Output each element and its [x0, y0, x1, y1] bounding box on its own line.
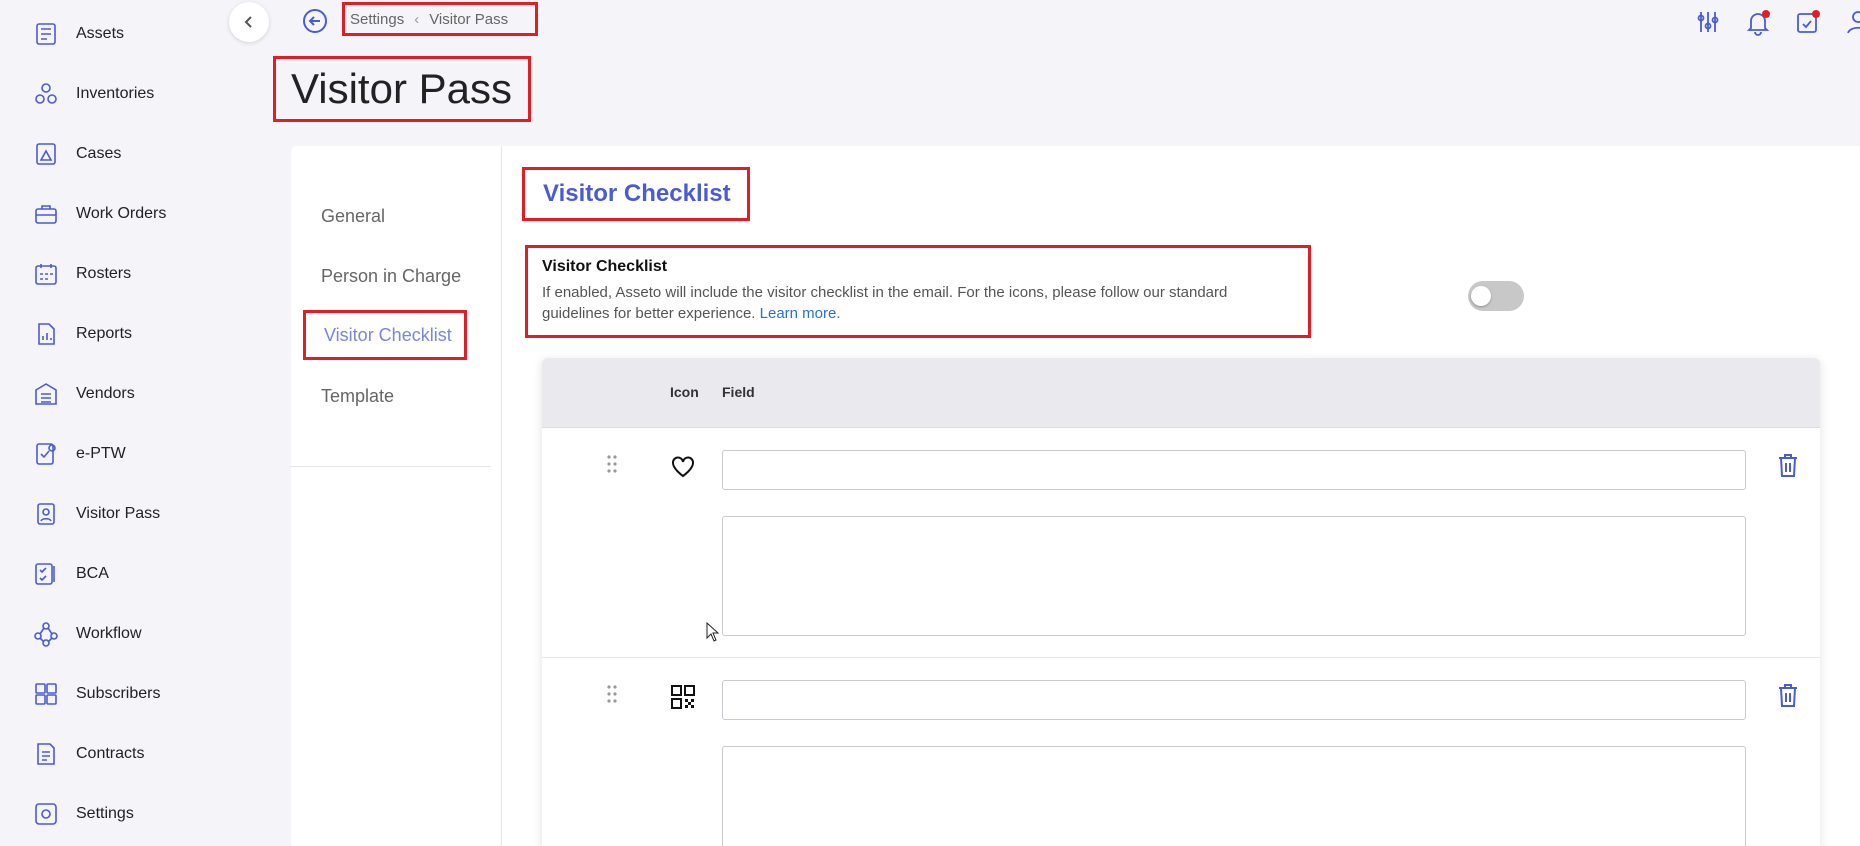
sidebar: Assets Inventories Cases Work Orders Ros… — [0, 0, 249, 846]
sidebar-item-label: Contracts — [76, 745, 145, 762]
heart-icon[interactable] — [670, 454, 696, 480]
page-title: Visitor Pass — [273, 56, 531, 122]
sidebar-item-label: Visitor Pass — [76, 505, 161, 522]
subnav-item-visitor-checklist[interactable]: Visitor Checklist — [303, 310, 467, 360]
sidebar-item-subscribers[interactable]: Subscribers — [0, 674, 249, 714]
rosters-icon — [31, 259, 61, 289]
divider — [501, 146, 502, 846]
sidebar-item-contracts[interactable]: Contracts — [0, 734, 249, 774]
sidebar-item-visitor-pass[interactable]: Visitor Pass — [0, 494, 249, 534]
sidebar-item-eptw[interactable]: e-PTW — [0, 434, 249, 474]
subnav-item-person-in-charge[interactable]: Person in Charge — [321, 266, 461, 287]
delete-row-button[interactable] — [1776, 682, 1800, 708]
chevron-left-icon — [244, 16, 252, 28]
top-toolbar — [1694, 8, 1860, 40]
table-row — [542, 428, 1820, 658]
filter-settings-button[interactable] — [1694, 8, 1722, 36]
user-icon — [1847, 11, 1860, 34]
sidebar-item-bca[interactable]: BCA — [0, 554, 249, 594]
setting-title: Visitor Checklist — [542, 258, 668, 275]
header-icon: Icon — [670, 384, 699, 400]
sidebar-item-label: Rosters — [76, 265, 132, 282]
sidebar-item-assets[interactable]: Assets — [0, 14, 249, 54]
inventories-icon — [31, 79, 61, 109]
breadcrumb-current: Visitor Pass — [429, 10, 509, 28]
sidebar-item-label: Subscribers — [76, 685, 161, 702]
vendors-icon — [31, 379, 61, 409]
sidebar-item-work-orders[interactable]: Work Orders — [0, 194, 249, 234]
visitor-checklist-setting: Visitor Checklist If enabled, Asseto wil… — [525, 245, 1524, 338]
field-name-input[interactable] — [722, 450, 1746, 490]
trash-icon — [1779, 454, 1797, 477]
sidebar-item-label: Assets — [76, 25, 125, 42]
breadcrumb: Settings ‹ Visitor Pass — [342, 2, 538, 36]
visitor-checklist-toggle[interactable] — [1468, 281, 1524, 311]
notifications-button[interactable] — [1744, 8, 1772, 36]
bca-icon — [31, 559, 61, 589]
sidebar-item-label: Settings — [76, 805, 134, 822]
sliders-icon — [1697, 12, 1719, 32]
sidebar-item-label: Cases — [76, 145, 122, 162]
collapse-sidebar-button[interactable] — [229, 2, 269, 42]
subnav-item-template[interactable]: Template — [321, 386, 394, 407]
table-header: Icon Field — [542, 358, 1820, 428]
contracts-icon — [31, 739, 61, 769]
chevron-left-icon: ‹ — [414, 10, 420, 28]
learn-more-link[interactable]: Learn more. — [760, 305, 841, 322]
checklist-table: Icon Field — [542, 358, 1820, 846]
field-name-input[interactable] — [722, 680, 1746, 720]
sidebar-item-vendors[interactable]: Vendors — [0, 374, 249, 414]
back-button[interactable] — [302, 8, 328, 34]
qr-code-icon[interactable] — [670, 684, 696, 710]
section-title: Visitor Checklist — [522, 167, 750, 221]
setting-description-text: If enabled, Asseto will include the visi… — [542, 284, 1228, 322]
tasks-button[interactable] — [1794, 8, 1822, 36]
toggle-knob — [1471, 286, 1491, 306]
drag-handle-icon[interactable] — [606, 454, 618, 474]
profile-button[interactable] — [1844, 8, 1860, 36]
setting-description: If enabled, Asseto will include the visi… — [542, 282, 1242, 324]
eptw-icon — [31, 439, 61, 469]
field-description-textarea[interactable] — [722, 746, 1746, 846]
field-description-textarea[interactable] — [722, 516, 1746, 636]
assets-icon — [31, 19, 61, 49]
visitor-pass-icon — [31, 499, 61, 529]
back-arrow-icon — [303, 9, 327, 33]
sidebar-item-rosters[interactable]: Rosters — [0, 254, 249, 294]
reports-icon — [31, 319, 61, 349]
sidebar-item-reports[interactable]: Reports — [0, 314, 249, 354]
sidebar-item-label: Work Orders — [76, 205, 167, 222]
notification-dot — [1762, 10, 1770, 18]
sidebar-item-label: Reports — [76, 325, 133, 342]
sidebar-item-inventories[interactable]: Inventories — [0, 74, 249, 114]
settings-icon — [31, 799, 61, 829]
drag-handle-icon[interactable] — [606, 684, 618, 704]
sidebar-item-cases[interactable]: Cases — [0, 134, 249, 174]
sidebar-item-label: e-PTW — [76, 445, 126, 462]
sidebar-item-settings[interactable]: Settings — [0, 794, 249, 834]
subscribers-icon — [31, 679, 61, 709]
cases-icon — [31, 139, 61, 169]
mouse-cursor-icon — [706, 622, 720, 642]
table-row — [542, 658, 1820, 846]
header-field: Field — [722, 384, 755, 400]
sidebar-item-label: Vendors — [76, 385, 135, 402]
delete-row-button[interactable] — [1776, 452, 1800, 478]
sidebar-item-workflow[interactable]: Workflow — [0, 614, 249, 654]
work-orders-icon — [31, 199, 61, 229]
tasks-dot — [1812, 10, 1820, 18]
sidebar-item-label: Workflow — [76, 625, 142, 642]
trash-icon — [1779, 684, 1797, 707]
sidebar-item-label: BCA — [76, 565, 109, 582]
subnav-item-general[interactable]: General — [321, 206, 385, 227]
settings-card: General Person in Charge Visitor Checkli… — [291, 146, 1860, 846]
divider — [291, 466, 491, 467]
breadcrumb-parent[interactable]: Settings — [350, 11, 404, 28]
sidebar-item-label: Inventories — [76, 85, 155, 102]
workflow-icon — [31, 619, 61, 649]
